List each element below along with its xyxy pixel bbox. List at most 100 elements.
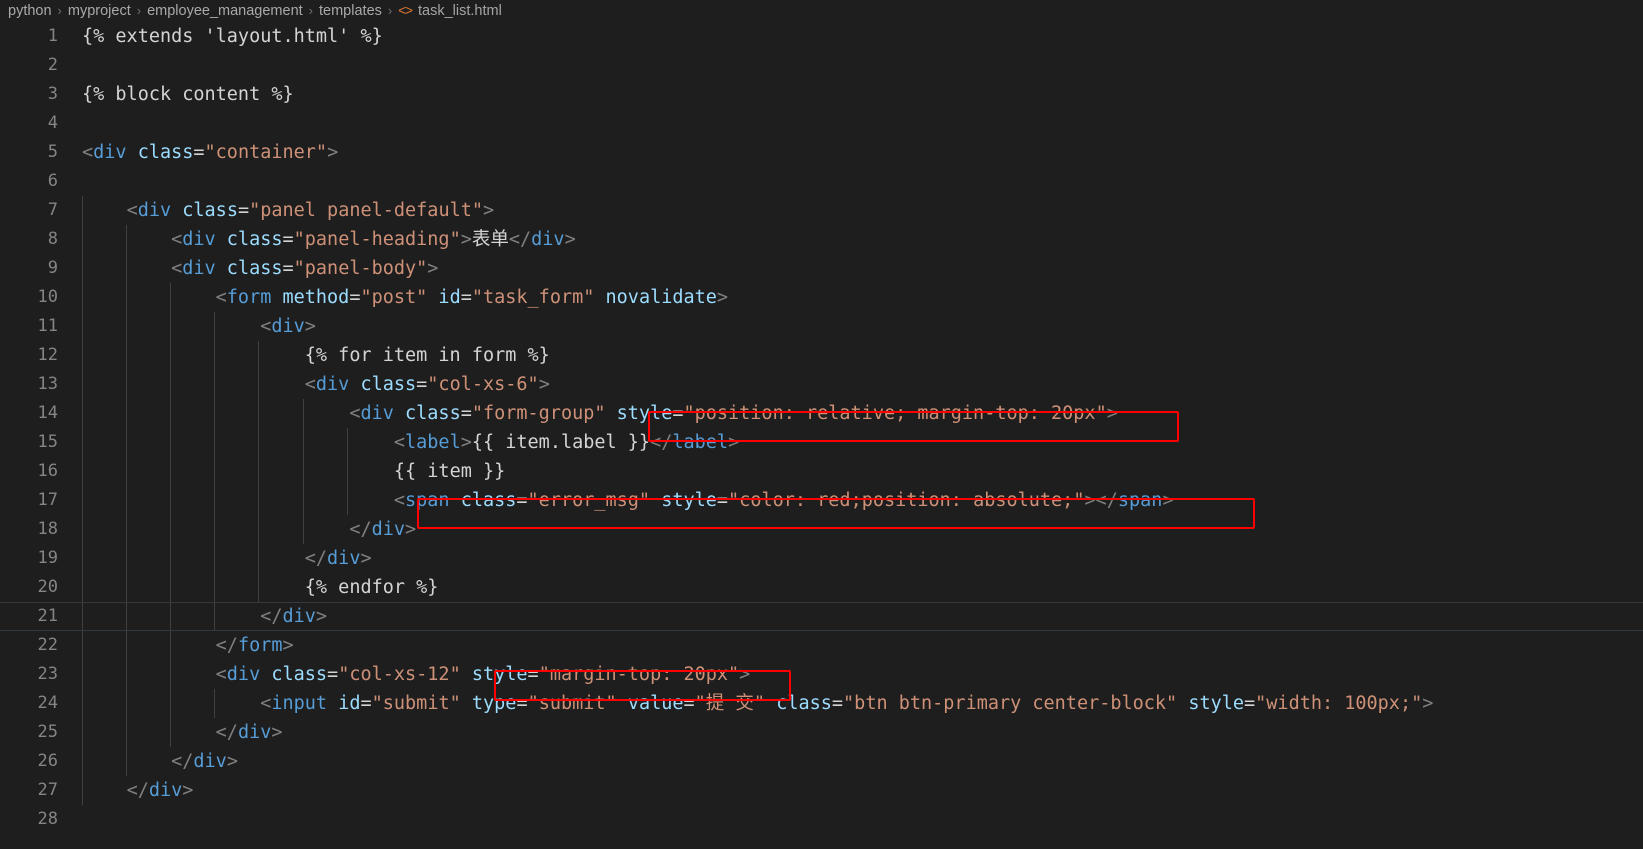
code-line[interactable]: 7 <div class="panel panel-default">: [0, 196, 1643, 225]
code-line[interactable]: 19 </div>: [0, 544, 1643, 573]
token-plain: {% for item in form %}: [304, 345, 550, 366]
line-number: 12: [37, 345, 58, 365]
token-eq: =: [516, 490, 528, 511]
code-line[interactable]: 9 <div class="panel-body">: [0, 254, 1643, 283]
token-eq: =: [193, 142, 205, 163]
token-punc: <: [171, 258, 183, 279]
token-eq: =: [360, 693, 372, 714]
code-line[interactable]: 11 <div>: [0, 312, 1643, 341]
code-text: <div class="form-group" style="position:…: [82, 399, 1118, 428]
token-punc: <: [171, 229, 183, 250]
breadcrumb-item-python[interactable]: python: [8, 0, 52, 22]
html-file-icon: <>: [398, 3, 413, 18]
token-str: "btn btn-primary center-block": [843, 693, 1178, 714]
breadcrumb-item-file[interactable]: <> task_list.html: [398, 0, 502, 22]
code-line[interactable]: 2: [0, 51, 1643, 80]
token-str: "container": [204, 142, 328, 163]
code-line[interactable]: 15 <label>{{ item.label }}</label>: [0, 428, 1643, 457]
code-line[interactable]: 14 <div class="form-group" style="positi…: [0, 399, 1643, 428]
token-punc: </: [171, 751, 194, 772]
code-text: {% for item in form %}: [82, 341, 550, 370]
token-attr: class: [126, 142, 194, 163]
code-text: <form method="post" id="task_form" noval…: [82, 283, 728, 312]
code-line[interactable]: 22 </form>: [0, 631, 1643, 660]
code-line[interactable]: 3 {% block content %}: [0, 80, 1643, 109]
code-line[interactable]: 13 <div class="col-xs-6">: [0, 370, 1643, 399]
token-tag: div: [327, 548, 361, 569]
token-tag: div: [237, 722, 272, 743]
code-line[interactable]: 10 <form method="post" id="task_form" no…: [0, 283, 1643, 312]
code-line[interactable]: 5 <div class="container">: [0, 138, 1643, 167]
breadcrumb-separator-icon: ›: [387, 3, 393, 18]
code-line[interactable]: 18 </div>: [0, 515, 1643, 544]
line-number: 13: [37, 374, 58, 394]
token-eq: =: [349, 287, 361, 308]
line-number: 1: [47, 26, 58, 46]
token-punc: >: [1422, 693, 1434, 714]
token-eq: =: [460, 287, 472, 308]
token-punc: >: [405, 519, 417, 540]
code-text: <div class="panel-body">: [82, 254, 438, 283]
token-punc: </: [260, 606, 283, 627]
code-line[interactable]: 24 <input id="submit" type="submit" valu…: [0, 689, 1643, 718]
code-text: <div class="container">: [82, 138, 338, 167]
code-text: {% block content %}: [82, 80, 294, 109]
token-str: "col-xs-6": [427, 374, 539, 395]
token-tag: div: [360, 403, 394, 424]
code-line[interactable]: 6: [0, 167, 1643, 196]
code-line[interactable]: 8 <div class="panel-heading">表单</div>: [0, 225, 1643, 254]
token-plain: {{ item.label }}: [471, 432, 651, 453]
token-str: "submit": [527, 693, 617, 714]
breadcrumb[interactable]: python › myproject › employee_management › tem…: [0, 0, 1643, 22]
code-line[interactable]: 16 {{ item }}: [0, 457, 1643, 486]
token-punc: >: [327, 142, 339, 163]
code-line[interactable]: 17 <span class="error_msg" style="color:…: [0, 486, 1643, 515]
line-number: 11: [37, 316, 58, 336]
token-str: "post": [360, 287, 428, 308]
code-line[interactable]: 4: [0, 109, 1643, 138]
code-line[interactable]: 23 <div class="col-xs-12" style="margin-…: [0, 660, 1643, 689]
token-punc: </: [650, 432, 673, 453]
line-number: 2: [47, 55, 58, 75]
line-number: 18: [37, 519, 58, 539]
code-line[interactable]: 21 </div>: [0, 602, 1643, 631]
token-punc: >: [315, 606, 328, 627]
line-number: 19: [37, 548, 58, 568]
token-punc: <: [126, 200, 138, 221]
token-str: "error_msg": [527, 490, 651, 511]
token-eq: =: [282, 229, 294, 250]
token-punc: <: [304, 374, 316, 395]
breadcrumb-item-templates[interactable]: templates: [319, 0, 382, 22]
token-attr: class: [260, 664, 328, 685]
line-number: 9: [47, 258, 58, 278]
token-tag: form: [226, 287, 272, 308]
line-number: 27: [37, 780, 58, 800]
token-str: "task_form": [471, 287, 595, 308]
token-punc: <: [349, 403, 361, 424]
breadcrumb-item-myproject[interactable]: myproject: [68, 0, 131, 22]
code-line[interactable]: 27 </div>: [0, 776, 1643, 805]
breadcrumb-separator-icon: ›: [308, 3, 314, 18]
line-number: 16: [37, 461, 58, 481]
code-editor[interactable]: 1 {% extends 'layout.html' %} 2 3 {% block c…: [0, 22, 1643, 849]
code-line[interactable]: 25 </div>: [0, 718, 1643, 747]
code-text: </div>: [82, 544, 372, 573]
code-line[interactable]: 1 {% extends 'layout.html' %}: [0, 22, 1643, 51]
code-line[interactable]: 26 </div>: [0, 747, 1643, 776]
code-text: </div>: [82, 776, 194, 805]
token-punc: <: [215, 287, 227, 308]
token-punc: <: [260, 693, 272, 714]
code-line[interactable]: 20 {% endfor %}: [0, 573, 1643, 602]
token-attr: style: [1177, 693, 1245, 714]
code-line[interactable]: 12 {% for item in form %}: [0, 341, 1643, 370]
breadcrumb-item-employee_management[interactable]: employee_management: [147, 0, 303, 22]
code-line[interactable]: 28: [0, 805, 1643, 834]
code-text: {% endfor %}: [82, 573, 439, 602]
token-str: "width: 100px;": [1255, 693, 1423, 714]
